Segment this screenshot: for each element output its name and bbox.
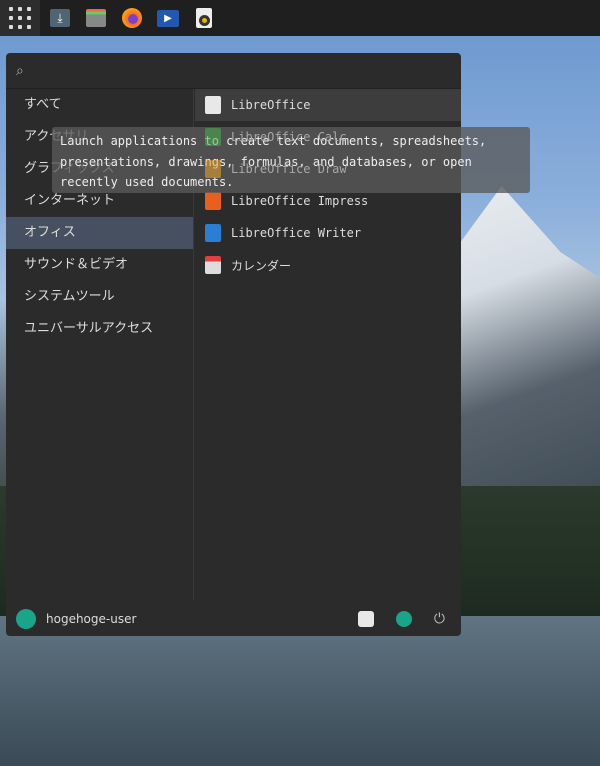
libreoffice-draw-icon bbox=[205, 160, 221, 178]
category-system-tools[interactable]: システムツール bbox=[6, 281, 193, 313]
application-menu: ⌕ すべて アクセサリ グラフィックス インターネット オフィス サウンド＆ビデ… bbox=[6, 53, 461, 636]
app-libreoffice-impress[interactable]: LibreOffice Impress bbox=[195, 185, 461, 217]
app-libreoffice-draw[interactable]: LibreOffice Draw bbox=[195, 153, 461, 185]
search-input[interactable] bbox=[29, 63, 461, 78]
search-bar[interactable]: ⌕ bbox=[6, 53, 461, 89]
speaker-icon[interactable] bbox=[186, 0, 222, 36]
category-list: すべて アクセサリ グラフィックス インターネット オフィス サウンド＆ビデオ … bbox=[6, 89, 194, 600]
app-label: LibreOffice Draw bbox=[231, 162, 347, 176]
libreoffice-writer-icon bbox=[205, 224, 221, 242]
app-label: カレンダー bbox=[231, 258, 292, 273]
taskbar: ⤓ ▶ bbox=[0, 0, 600, 36]
category-office[interactable]: オフィス bbox=[6, 217, 193, 249]
category-accessories[interactable]: アクセサリ bbox=[6, 121, 193, 153]
app-list: LibreOffice LibreOffice Calc LibreOffice… bbox=[195, 89, 461, 600]
category-sound-video[interactable]: サウンド＆ビデオ bbox=[6, 249, 193, 281]
calendar-icon bbox=[205, 256, 221, 274]
category-graphics[interactable]: グラフィックス bbox=[6, 153, 193, 185]
category-internet[interactable]: インターネット bbox=[6, 185, 193, 217]
user-avatar-icon[interactable] bbox=[16, 608, 36, 629]
category-universal-access[interactable]: ユニバーサルアクセス bbox=[6, 313, 193, 345]
libreoffice-calc-icon bbox=[205, 128, 221, 146]
app-libreoffice[interactable]: LibreOffice bbox=[195, 89, 461, 121]
search-icon: ⌕ bbox=[16, 62, 24, 79]
download-icon[interactable]: ⤓ bbox=[42, 0, 78, 36]
libreoffice-impress-icon bbox=[205, 192, 221, 210]
username[interactable]: hogehoge-user bbox=[46, 612, 136, 626]
app-grid-icon[interactable] bbox=[0, 0, 40, 36]
app-label: LibreOffice bbox=[231, 98, 311, 112]
app-libreoffice-calc[interactable]: LibreOffice Calc bbox=[195, 121, 461, 153]
app-calendar[interactable]: カレンダー bbox=[195, 249, 461, 281]
category-all[interactable]: すべて bbox=[6, 89, 193, 121]
file-manager-icon[interactable] bbox=[78, 0, 114, 36]
app-label: LibreOffice Impress bbox=[231, 194, 369, 208]
system-settings-icon[interactable] bbox=[395, 610, 412, 627]
power-icon[interactable]: ⏻ bbox=[434, 611, 445, 627]
video-editor-icon[interactable]: ▶ bbox=[150, 0, 186, 36]
menu-footer: hogehoge-user ⏻ bbox=[6, 600, 461, 636]
firefox-icon[interactable] bbox=[114, 0, 150, 36]
libreoffice-icon bbox=[205, 96, 221, 114]
settings-manager-icon[interactable] bbox=[357, 610, 374, 627]
app-libreoffice-writer[interactable]: LibreOffice Writer bbox=[195, 217, 461, 249]
app-label: LibreOffice Writer bbox=[231, 226, 362, 240]
app-label: LibreOffice Calc bbox=[231, 130, 347, 144]
